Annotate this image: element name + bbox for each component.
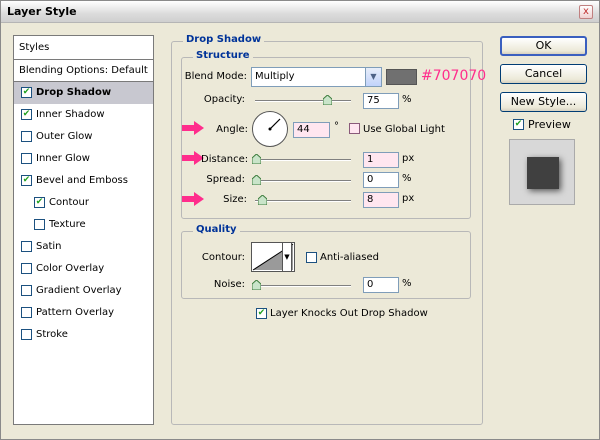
style-checkbox[interactable] xyxy=(21,307,32,318)
size-field[interactable]: 8 xyxy=(363,192,399,208)
style-checkbox[interactable] xyxy=(21,87,32,98)
style-checkbox[interactable] xyxy=(21,109,32,120)
noise-label: Noise: xyxy=(213,279,245,290)
anti-aliased-checkbox[interactable] xyxy=(306,252,317,263)
style-item-label: Drop Shadow xyxy=(36,87,112,98)
color-annotation: #707070 xyxy=(421,68,487,84)
style-item-drop-shadow[interactable]: Drop Shadow xyxy=(14,82,153,104)
spread-slider-track[interactable] xyxy=(255,180,351,182)
spread-slider-thumb[interactable] xyxy=(252,175,261,185)
style-item-gradient-overlay[interactable]: Gradient Overlay xyxy=(14,280,153,302)
style-item-label: Stroke xyxy=(36,329,68,340)
style-item-label: Satin xyxy=(36,241,62,252)
style-checkbox[interactable] xyxy=(21,131,32,142)
style-item-color-overlay[interactable]: Color Overlay xyxy=(14,258,153,280)
style-checkbox[interactable] xyxy=(34,197,45,208)
quality-title: Quality xyxy=(193,224,240,235)
dialog-title: Layer Style xyxy=(7,5,77,18)
style-item-label: Outer Glow xyxy=(36,131,93,142)
noise-unit: % xyxy=(402,278,412,289)
style-checkbox[interactable] xyxy=(21,175,32,186)
opacity-field[interactable]: 75 xyxy=(363,93,399,109)
style-preview xyxy=(509,139,575,205)
distance-label: Distance: xyxy=(201,154,249,165)
style-checkbox[interactable] xyxy=(21,329,32,340)
chevron-down-icon: ▼ xyxy=(365,68,381,86)
angle-dial[interactable] xyxy=(252,111,288,147)
use-global-light-label: Use Global Light xyxy=(363,124,445,135)
style-item-satin[interactable]: Satin xyxy=(14,236,153,258)
layer-knockout-checkbox[interactable] xyxy=(256,308,267,319)
opacity-unit: % xyxy=(402,94,412,105)
preview-swatch xyxy=(527,157,559,189)
spread-label: Spread: xyxy=(206,174,245,185)
preview-label: Preview xyxy=(528,118,571,131)
opacity-slider-track[interactable] xyxy=(255,100,351,102)
new-style-button[interactable]: New Style... xyxy=(500,92,587,112)
style-item-outer-glow[interactable]: Outer Glow xyxy=(14,126,153,148)
style-item-inner-glow[interactable]: Inner Glow xyxy=(14,148,153,170)
style-item-label: Inner Shadow xyxy=(36,109,105,120)
size-unit: px xyxy=(402,193,415,204)
style-item-label: Texture xyxy=(49,219,86,230)
distance-slider-track[interactable] xyxy=(255,159,351,161)
drop-shadow-title: Drop Shadow xyxy=(183,34,265,45)
style-checkbox[interactable] xyxy=(21,263,32,274)
size-slider-thumb[interactable] xyxy=(258,195,267,205)
angle-unit: ° xyxy=(334,121,339,132)
opacity-slider-thumb[interactable] xyxy=(322,95,332,105)
structure-title: Structure xyxy=(193,50,253,61)
size-label: Size: xyxy=(223,194,247,205)
anti-aliased-label: Anti-aliased xyxy=(320,252,380,263)
layer-knockout-label: Layer Knocks Out Drop Shadow xyxy=(270,308,428,319)
chevron-down-icon[interactable]: ▼ xyxy=(282,242,292,272)
spread-field[interactable]: 0 xyxy=(363,172,399,188)
style-item-bevel-and-emboss[interactable]: Bevel and Emboss xyxy=(14,170,153,192)
style-item-pattern-overlay[interactable]: Pattern Overlay xyxy=(14,302,153,324)
style-item-label: Inner Glow xyxy=(36,153,90,164)
distance-field[interactable]: 1 xyxy=(363,152,399,168)
style-item-label: Gradient Overlay xyxy=(36,285,122,296)
noise-slider-thumb[interactable] xyxy=(252,280,261,290)
close-button[interactable]: x xyxy=(579,5,593,19)
noise-slider-track[interactable] xyxy=(255,285,351,287)
style-checkbox[interactable] xyxy=(34,219,45,230)
distance-slider-thumb[interactable] xyxy=(252,154,261,164)
blend-mode-label: Blend Mode: xyxy=(184,71,247,82)
styles-header[interactable]: Styles xyxy=(14,36,153,60)
style-item-contour[interactable]: Contour xyxy=(14,192,153,214)
style-checkbox[interactable] xyxy=(21,241,32,252)
shadow-color-swatch[interactable] xyxy=(386,69,417,85)
style-item-inner-shadow[interactable]: Inner Shadow xyxy=(14,104,153,126)
style-checkbox[interactable] xyxy=(21,285,32,296)
angle-needle-icon xyxy=(268,118,281,131)
blending-options-item[interactable]: Blending Options: Default xyxy=(14,60,153,82)
noise-field[interactable]: 0 xyxy=(363,277,399,293)
size-slider-track[interactable] xyxy=(255,200,351,202)
blend-mode-select[interactable]: Multiply ▼ xyxy=(251,67,382,87)
spread-unit: % xyxy=(402,173,412,184)
style-item-label: Pattern Overlay xyxy=(36,307,115,318)
title-bar: Layer Style x xyxy=(1,1,599,23)
style-item-label: Color Overlay xyxy=(36,263,105,274)
style-checkbox[interactable] xyxy=(21,153,32,164)
angle-field[interactable]: 44 xyxy=(293,122,330,138)
style-item-label: Bevel and Emboss xyxy=(36,175,128,186)
ok-button[interactable]: OK xyxy=(500,36,587,56)
distance-unit: px xyxy=(402,153,415,164)
preview-checkbox[interactable] xyxy=(513,119,524,130)
opacity-label: Opacity: xyxy=(203,94,245,105)
style-item-stroke[interactable]: Stroke xyxy=(14,324,153,346)
style-item-texture[interactable]: Texture xyxy=(14,214,153,236)
cancel-button[interactable]: Cancel xyxy=(500,64,587,84)
styles-list: Styles Blending Options: Default Drop Sh… xyxy=(13,35,154,425)
blend-mode-value: Multiply xyxy=(255,71,295,82)
style-item-label: Contour xyxy=(49,197,89,208)
contour-label: Contour: xyxy=(201,252,245,263)
use-global-light-checkbox[interactable] xyxy=(349,123,360,134)
layer-style-dialog: Layer Style x Styles Blending Options: D… xyxy=(0,0,600,440)
angle-label: Angle: xyxy=(216,124,248,135)
